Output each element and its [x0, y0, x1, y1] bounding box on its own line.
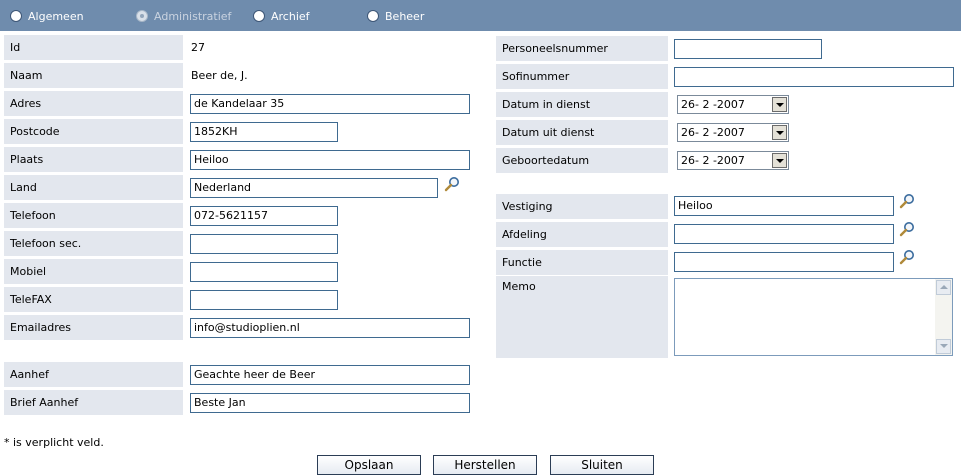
- adres-input[interactable]: de Kandelaar 35: [190, 94, 470, 114]
- emailadres-input[interactable]: info@studioplien.nl: [190, 318, 470, 338]
- telefoon-sec-label: Telefoon sec.: [4, 231, 183, 256]
- aanhef-label: Aanhef: [4, 362, 183, 387]
- chevron-down-icon[interactable]: [772, 153, 787, 168]
- brief-aanhef-label: Brief Aanhef: [4, 390, 183, 415]
- afdeling-input[interactable]: [674, 224, 894, 244]
- naam-value: Beer de, J.: [191, 69, 248, 82]
- mobiel-input[interactable]: [190, 262, 338, 282]
- personeelsnummer-input[interactable]: [674, 39, 822, 59]
- tab-algemeen[interactable]: Algemeen: [10, 7, 84, 25]
- datum-uit-dienst-label: Datum uit dienst: [496, 120, 668, 145]
- id-value: 27: [191, 41, 205, 54]
- telefoon-label: Telefoon: [4, 203, 183, 228]
- land-label: Land: [4, 175, 183, 200]
- postcode-label: Postcode: [4, 119, 183, 144]
- vestiging-label: Vestiging: [496, 194, 668, 219]
- radio-icon[interactable]: [10, 10, 22, 22]
- geboortedatum-value: 26- 2 -2007: [681, 154, 745, 167]
- aanhef-input[interactable]: Geachte heer de Beer: [190, 365, 470, 385]
- scroll-up-icon[interactable]: [936, 280, 951, 295]
- tab-beheer[interactable]: Beheer: [367, 7, 424, 25]
- scroll-down-icon[interactable]: [936, 339, 951, 354]
- reset-button[interactable]: Herstellen: [433, 455, 537, 475]
- datum-in-dienst-select[interactable]: 26- 2 -2007: [677, 95, 789, 114]
- radio-icon[interactable]: [253, 10, 265, 22]
- adres-label: Adres: [4, 91, 183, 116]
- emailadres-label: Emailadres: [4, 315, 183, 340]
- brief-aanhef-input[interactable]: Beste Jan: [190, 393, 470, 413]
- functie-label: Functie: [496, 250, 668, 275]
- tab-label: Beheer: [385, 9, 425, 23]
- mobiel-label: Mobiel: [4, 259, 183, 284]
- datum-in-dienst-label: Datum in dienst: [496, 92, 668, 117]
- close-button[interactable]: Sluiten: [550, 455, 654, 475]
- tab-label: Algemeen: [28, 9, 84, 23]
- chevron-down-icon[interactable]: [772, 97, 787, 112]
- postcode-input[interactable]: 1852KH: [190, 122, 338, 142]
- telefoon-input[interactable]: 072-5621157: [190, 206, 338, 226]
- vestiging-lookup-icon[interactable]: [899, 193, 915, 209]
- datum-uit-dienst-select[interactable]: 26- 2 -2007: [677, 123, 789, 142]
- telefax-input[interactable]: [190, 290, 338, 310]
- save-button[interactable]: Opslaan: [317, 455, 421, 475]
- afdeling-lookup-icon[interactable]: [899, 221, 915, 237]
- vestiging-input[interactable]: Heiloo: [674, 196, 894, 216]
- naam-label: Naam: [4, 63, 183, 88]
- tab-administratief: Administratief: [136, 7, 231, 25]
- id-label: Id: [4, 35, 183, 60]
- sofinummer-label: Sofinummer: [496, 64, 668, 89]
- geboortedatum-select[interactable]: 26- 2 -2007: [677, 151, 789, 170]
- geboortedatum-label: Geboortedatum: [496, 148, 668, 173]
- tab-archief[interactable]: Archief: [253, 7, 310, 25]
- required-note: * is verplicht veld.: [4, 436, 104, 449]
- datum-uit-dienst-value: 26- 2 -2007: [681, 126, 745, 139]
- land-input[interactable]: Nederland: [190, 178, 438, 198]
- chevron-down-icon[interactable]: [772, 125, 787, 140]
- functie-input[interactable]: [674, 252, 894, 272]
- tab-label: Administratief: [154, 9, 232, 23]
- afdeling-label: Afdeling: [496, 222, 668, 247]
- sofinummer-input[interactable]: [674, 67, 954, 87]
- land-lookup-icon[interactable]: [444, 176, 460, 192]
- personeelsnummer-label: Personeelsnummer: [496, 36, 668, 61]
- radio-icon[interactable]: [367, 10, 379, 22]
- plaats-label: Plaats: [4, 147, 183, 172]
- memo-textarea[interactable]: [674, 278, 953, 356]
- datum-in-dienst-value: 26- 2 -2007: [681, 98, 745, 111]
- tab-label: Archief: [271, 9, 310, 23]
- radio-icon: [136, 10, 148, 22]
- telefax-label: TeleFAX: [4, 287, 183, 312]
- tab-bar: Algemeen Administratief Archief Beheer: [0, 0, 961, 31]
- plaats-input[interactable]: Heiloo: [190, 150, 470, 170]
- telefoon-sec-input[interactable]: [190, 234, 338, 254]
- memo-label: Memo: [496, 276, 668, 358]
- memo-scrollbar[interactable]: [935, 279, 952, 355]
- functie-lookup-icon[interactable]: [899, 249, 915, 265]
